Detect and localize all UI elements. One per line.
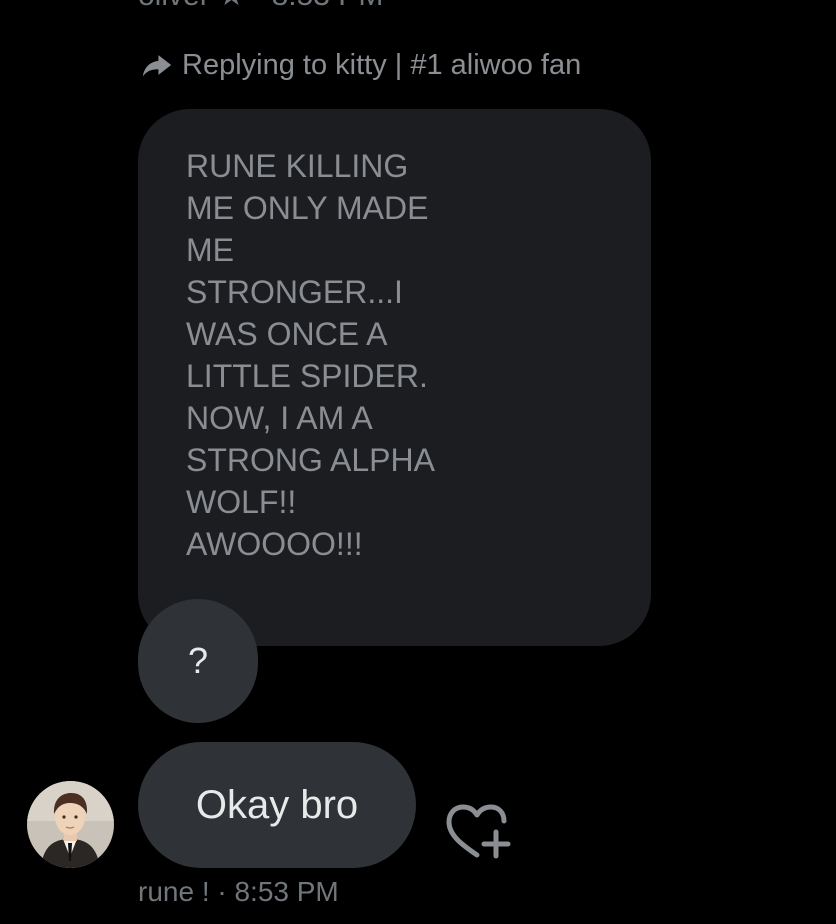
reply-message-bubble[interactable]: Okay bro: [138, 742, 416, 868]
quoted-message-bubble[interactable]: RUNE KILLING ME ONLY MADE ME STRONGER...…: [138, 109, 651, 646]
quoted-message-text: RUNE KILLING ME ONLY MADE ME STRONGER...…: [186, 148, 435, 562]
heart-plus-icon[interactable]: [444, 800, 514, 864]
previous-message-meta: oliver ★ · 8:53 PM: [138, 0, 383, 13]
replying-to-row: Replying to kitty | #1 aliwoo fan: [140, 48, 581, 82]
reply-message-text: Okay bro: [195, 782, 359, 827]
question-message-text: ?: [187, 640, 209, 681]
replying-to-text: Replying to kitty | #1 aliwoo fan: [182, 48, 582, 81]
avatar[interactable]: [27, 781, 114, 868]
question-message-bubble[interactable]: ?: [138, 599, 258, 723]
reply-arrow-icon: [142, 55, 172, 77]
avatar-image: [27, 781, 114, 868]
sender-timestamp: rune ! · 8:53 PM: [138, 876, 339, 907]
